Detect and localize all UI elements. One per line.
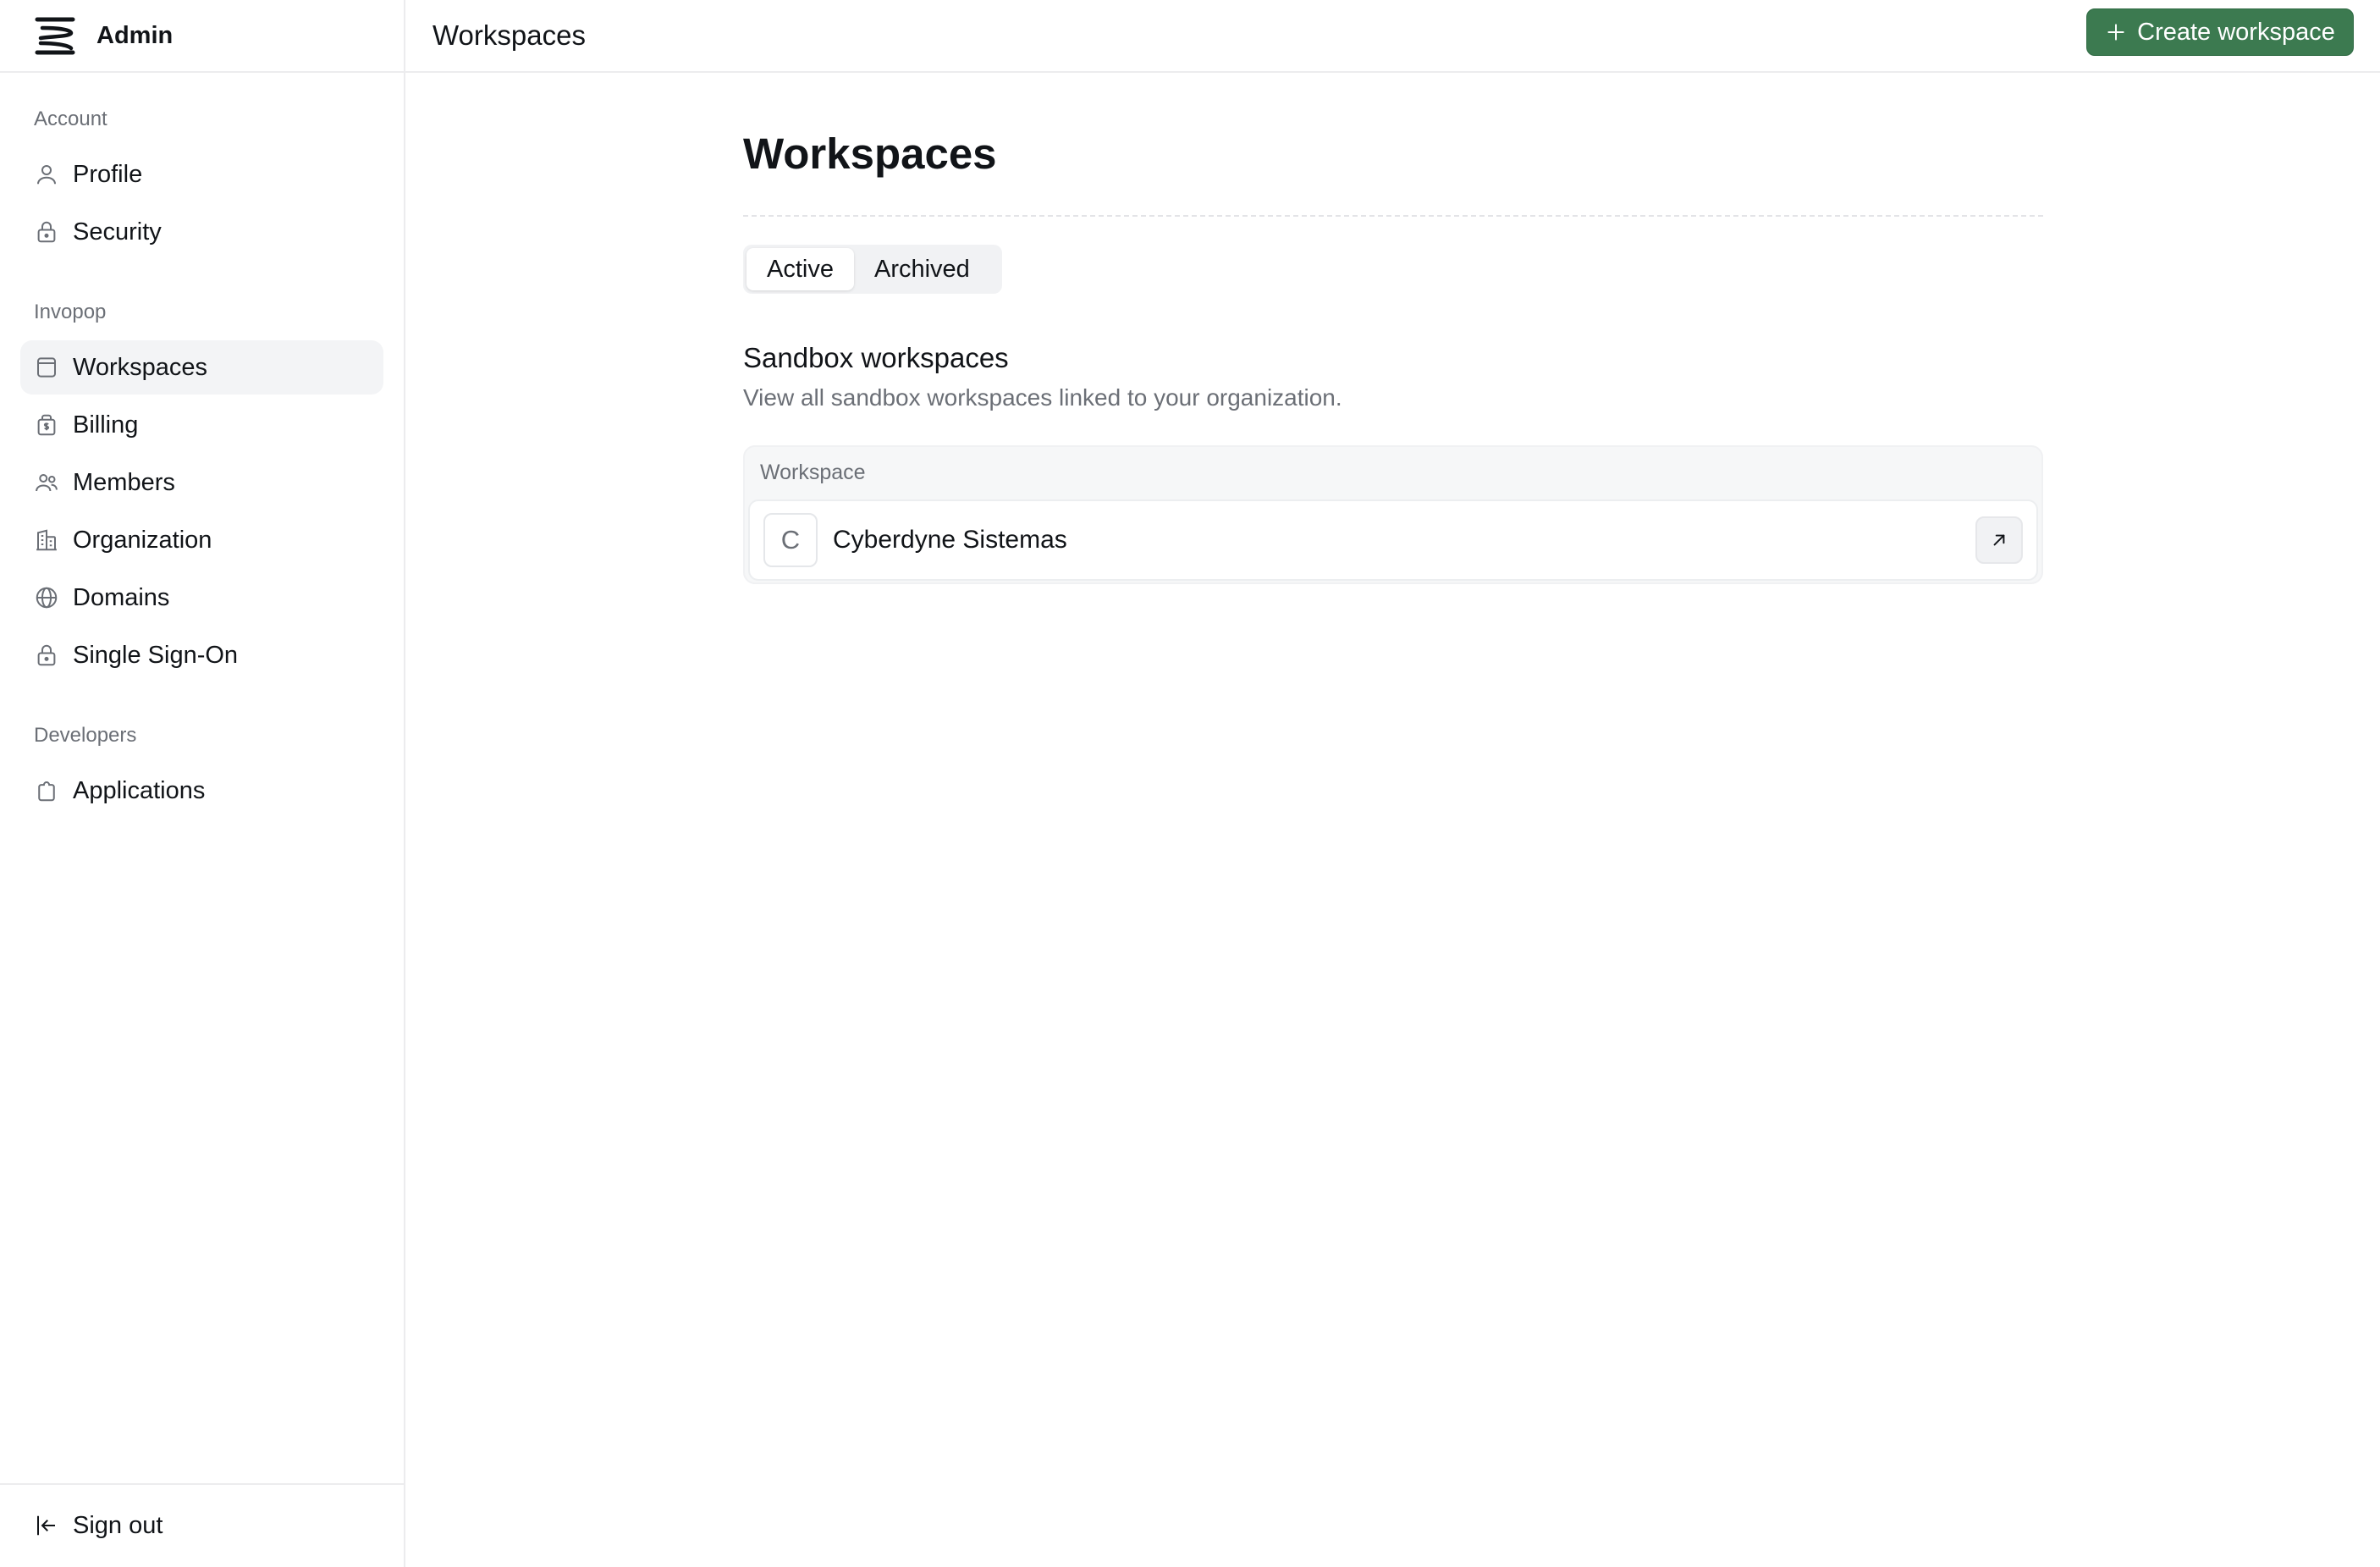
- sidebar-item-label: Billing: [73, 411, 139, 439]
- brand[interactable]: Admin: [34, 0, 173, 71]
- sidebar-footer-divider: [0, 1483, 405, 1485]
- create-workspace-button[interactable]: Create workspace: [2086, 8, 2354, 56]
- sidebar-item-label: Workspaces: [73, 353, 208, 381]
- sidebar-item-domains[interactable]: Domains: [20, 571, 383, 625]
- section-subtitle: View all sandbox workspaces linked to yo…: [743, 384, 1342, 411]
- sidebar-item-single-sign-on[interactable]: Single Sign-On: [20, 628, 383, 682]
- section-title-developers: Developers: [34, 724, 137, 747]
- workspace-avatar: C: [763, 513, 818, 567]
- sign-out-button[interactable]: Sign out: [34, 1500, 163, 1551]
- tab-archived[interactable]: Archived: [854, 248, 990, 290]
- create-workspace-label: Create workspace: [2137, 18, 2335, 46]
- sidebar-item-label: Profile: [73, 160, 143, 188]
- tab-active[interactable]: Active: [747, 248, 854, 290]
- sidebar-item-applications[interactable]: Applications: [20, 764, 383, 818]
- sidebar-item-workspaces[interactable]: Workspaces: [20, 340, 383, 395]
- app-icon: [34, 778, 59, 803]
- sidebar-item-label: Members: [73, 468, 175, 496]
- sidebar-divider: [0, 71, 405, 73]
- stacked-lines-logo-icon: [34, 13, 80, 58]
- workspace-name: Cyberdyne Sistemas: [833, 526, 1067, 554]
- page-title: Workspaces: [743, 130, 997, 178]
- sidebar-item-label: Security: [73, 218, 162, 246]
- sidebar-item-billing[interactable]: Billing: [20, 398, 383, 452]
- sidebar-item-label: Applications: [73, 776, 206, 804]
- sidebar-item-security[interactable]: Security: [20, 205, 383, 259]
- billing-icon: [34, 412, 59, 438]
- section-title-invopop: Invopop: [34, 301, 107, 323]
- status-tabs: Active Archived: [743, 245, 1002, 294]
- globe-icon: [34, 585, 59, 610]
- app-root: Admin Account Profile Security Invopop W…: [0, 0, 2380, 1567]
- arrow-up-right-icon: [1988, 529, 2010, 551]
- user-icon: [34, 162, 59, 187]
- sidebar-item-label: Organization: [73, 526, 212, 554]
- sign-out-icon: [34, 1513, 59, 1538]
- sidebar-item-label: Domains: [73, 583, 170, 611]
- sidebar: Admin Account Profile Security Invopop W…: [0, 0, 405, 1567]
- sidebar-item-members[interactable]: Members: [20, 455, 383, 510]
- section-heading: Sandbox workspaces: [743, 342, 1009, 373]
- column-header-workspace: Workspace: [760, 460, 866, 484]
- section-title-account: Account: [34, 108, 107, 130]
- lock-icon: [34, 643, 59, 668]
- table-row[interactable]: C Cyberdyne Sistemas: [748, 499, 2038, 581]
- building-icon: [34, 527, 59, 553]
- sidebar-item-profile[interactable]: Profile: [20, 147, 383, 201]
- lock-icon: [34, 219, 59, 245]
- members-icon: [34, 470, 59, 495]
- open-workspace-button[interactable]: [1975, 516, 2023, 564]
- workspaces-table: Workspace C Cyberdyne Sistemas: [743, 445, 2043, 584]
- plus-icon: [2105, 21, 2127, 43]
- sign-out-label: Sign out: [73, 1511, 163, 1539]
- brand-name: Admin: [96, 21, 174, 49]
- title-divider: [743, 215, 2043, 217]
- sidebar-item-organization[interactable]: Organization: [20, 513, 383, 567]
- header-title: Workspaces: [432, 19, 586, 51]
- workspace-icon: [34, 355, 59, 380]
- top-header: Workspaces Create workspace: [405, 0, 2380, 73]
- sidebar-item-label: Single Sign-On: [73, 641, 239, 669]
